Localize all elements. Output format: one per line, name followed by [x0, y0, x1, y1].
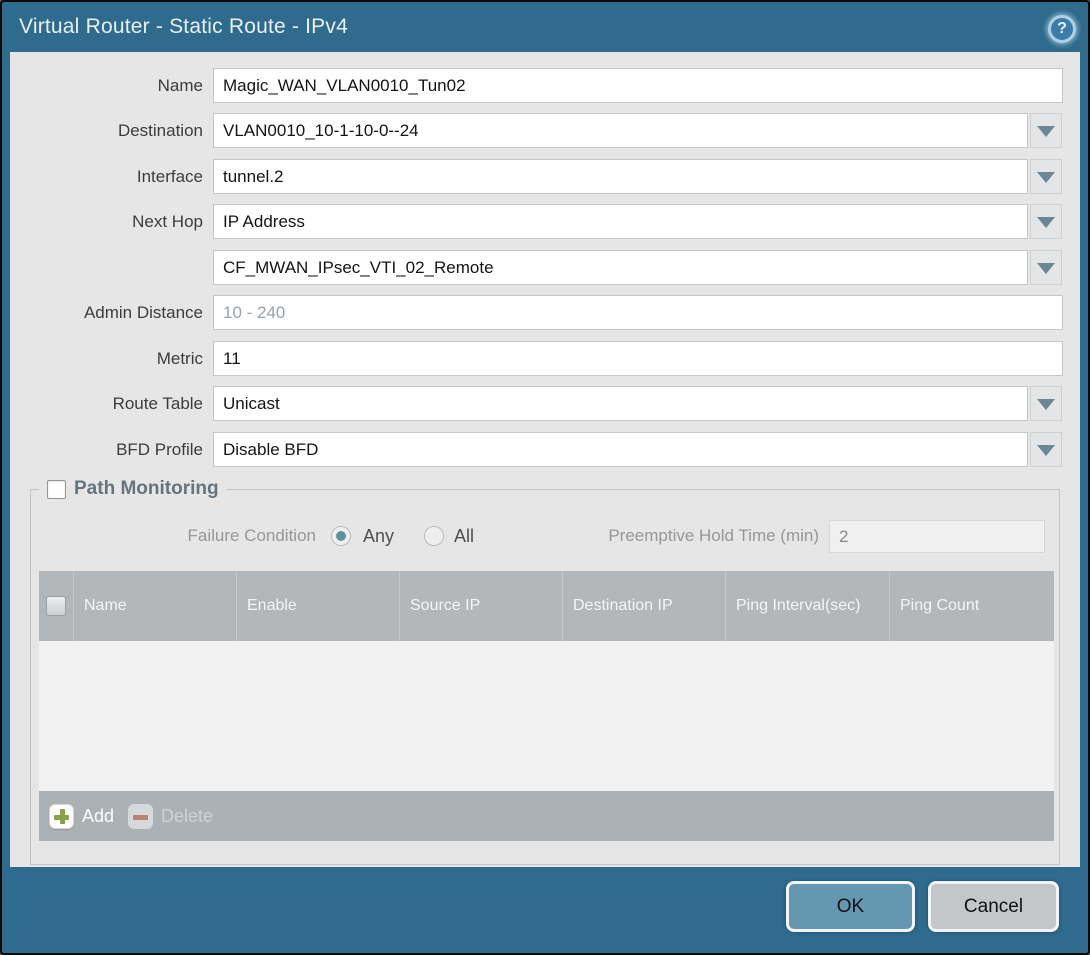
chevron-down-icon	[1037, 172, 1055, 183]
metric-label: Metric	[10, 341, 203, 376]
form-row-admin-distance: Admin Distance	[10, 295, 1080, 330]
column-header-ping-interval[interactable]: Ping Interval(sec)	[726, 571, 890, 641]
chevron-down-icon	[1037, 126, 1055, 137]
form-row-name: Name	[10, 68, 1080, 103]
ok-button[interactable]: OK	[786, 881, 915, 932]
path-monitoring-legend: Path Monitoring	[39, 478, 227, 500]
failure-condition-label: Failure Condition	[121, 518, 316, 554]
select-all-checkbox[interactable]	[46, 596, 66, 616]
next-hop-label: Next Hop	[10, 204, 203, 239]
table-header-checkbox-cell	[39, 571, 74, 641]
dialog-title: Virtual Router - Static Route - IPv4	[19, 2, 348, 52]
metric-input[interactable]	[213, 341, 1063, 376]
add-button[interactable]: Add	[49, 804, 114, 829]
interface-input[interactable]	[213, 159, 1028, 194]
column-header-ping-count[interactable]: Ping Count	[890, 571, 1054, 641]
failure-condition-all-label: All	[454, 518, 474, 554]
route-table-dropdown-button[interactable]	[1030, 386, 1062, 421]
table-body-empty	[39, 641, 1054, 791]
failure-condition-row: Failure Condition Any All Preemptive Hol…	[31, 518, 1059, 554]
table-toolbar: Add Delete	[39, 791, 1054, 841]
form-row-bfd-profile: BFD Profile	[10, 432, 1080, 467]
dialog-titlebar: Virtual Router - Static Route - IPv4 ?	[2, 2, 1088, 52]
path-monitoring-checkbox[interactable]	[47, 480, 66, 499]
form-row-next-hop: Next Hop	[10, 204, 1080, 239]
failure-condition-all-radio[interactable]	[424, 526, 444, 546]
cancel-button[interactable]: Cancel	[928, 881, 1059, 932]
path-monitoring-title: Path Monitoring	[74, 478, 219, 500]
column-header-name[interactable]: Name	[74, 571, 237, 641]
destination-label: Destination	[10, 113, 203, 148]
help-icon[interactable]: ?	[1048, 15, 1076, 43]
delete-button[interactable]: Delete	[128, 804, 213, 829]
next-hop-type-dropdown-button[interactable]	[1030, 204, 1062, 239]
next-hop-address-label	[10, 250, 203, 285]
path-monitoring-table: Name Enable Source IP Destination IP Pin…	[39, 571, 1054, 841]
admin-distance-input[interactable]	[213, 295, 1063, 330]
chevron-down-icon	[1037, 217, 1055, 228]
form-row-route-table: Route Table	[10, 386, 1080, 421]
plus-icon	[49, 804, 74, 829]
minus-icon	[128, 804, 153, 829]
form-row-next-hop-address	[10, 250, 1080, 285]
preemptive-hold-time-label: Preemptive Hold Time (min)	[571, 518, 819, 554]
preemptive-hold-time-input[interactable]	[829, 520, 1045, 553]
form-row-metric: Metric	[10, 341, 1080, 376]
failure-condition-any-radio[interactable]	[331, 526, 351, 546]
help-glyph: ?	[1057, 20, 1067, 37]
bfd-profile-input[interactable]	[213, 432, 1028, 467]
path-monitoring-section: Path Monitoring Failure Condition Any Al…	[30, 489, 1060, 865]
chevron-down-icon	[1037, 263, 1055, 274]
route-table-label: Route Table	[10, 386, 203, 421]
destination-input[interactable]	[213, 113, 1028, 148]
destination-dropdown-button[interactable]	[1030, 113, 1062, 148]
chevron-down-icon	[1037, 399, 1055, 410]
name-input[interactable]	[213, 68, 1063, 103]
radio-selected-dot	[336, 531, 346, 541]
column-header-source-ip[interactable]: Source IP	[400, 571, 563, 641]
bfd-profile-label: BFD Profile	[10, 432, 203, 467]
interface-label: Interface	[10, 159, 203, 194]
dialog-body: Name Destination Interface Next Hop	[10, 52, 1080, 867]
add-button-label: Add	[82, 806, 114, 827]
route-table-input[interactable]	[213, 386, 1028, 421]
delete-button-label: Delete	[161, 806, 213, 827]
chevron-down-icon	[1037, 445, 1055, 456]
next-hop-type-input[interactable]	[213, 204, 1028, 239]
form-row-interface: Interface	[10, 159, 1080, 194]
bfd-profile-dropdown-button[interactable]	[1030, 432, 1062, 467]
next-hop-address-dropdown-button[interactable]	[1030, 250, 1062, 285]
column-header-destination-ip[interactable]: Destination IP	[563, 571, 726, 641]
table-header-row: Name Enable Source IP Destination IP Pin…	[39, 571, 1054, 641]
form-row-destination: Destination	[10, 113, 1080, 148]
admin-distance-label: Admin Distance	[10, 295, 203, 330]
column-header-enable[interactable]: Enable	[237, 571, 400, 641]
failure-condition-any-label: Any	[363, 518, 394, 554]
name-label: Name	[10, 68, 203, 103]
next-hop-address-input[interactable]	[213, 250, 1028, 285]
interface-dropdown-button[interactable]	[1030, 159, 1062, 194]
static-route-dialog: Virtual Router - Static Route - IPv4 ? N…	[0, 0, 1090, 955]
